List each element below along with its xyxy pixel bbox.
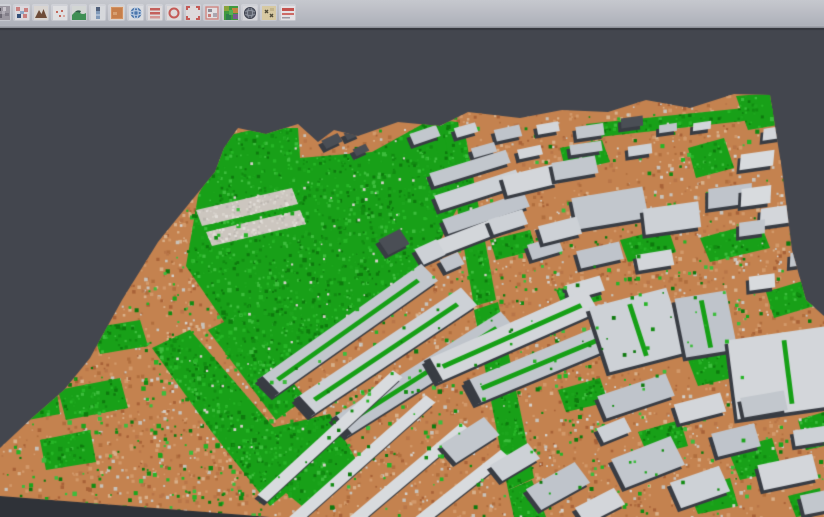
bounding-box-icon (186, 6, 200, 20)
toolbar-button-sparse-cloud[interactable] (51, 4, 68, 21)
report-icon (281, 6, 295, 20)
toolbar-button-scale-bar[interactable] (89, 4, 106, 21)
toolbar-button-bounding-box[interactable] (184, 4, 201, 21)
classification-icon (224, 6, 238, 20)
3d-viewport[interactable] (0, 28, 824, 517)
toolbar-button-tie-points[interactable] (13, 4, 30, 21)
toolbar-button-globe[interactable] (127, 4, 144, 21)
region-icon (167, 6, 181, 20)
toolbar-button-region[interactable] (165, 4, 182, 21)
contour-lines-icon (148, 6, 162, 20)
mesh-icon (243, 6, 257, 20)
toolbar (0, 0, 824, 25)
photo-overlay-icon (205, 6, 219, 20)
toolbar-button-contour-lines[interactable] (146, 4, 163, 21)
toolbar-button-classification[interactable] (222, 4, 239, 21)
toolbar-button-markers[interactable] (260, 4, 277, 21)
orthomosaic-icon (110, 6, 124, 20)
toolbar-button-report[interactable] (279, 4, 296, 21)
tie-points-icon (15, 6, 29, 20)
dense-cloud-icon (72, 6, 86, 20)
application-window (0, 0, 824, 517)
toolbar-button-orthomosaic[interactable] (108, 4, 125, 21)
globe-icon (129, 6, 143, 20)
toolbar-button-texture-view[interactable] (0, 4, 11, 21)
toolbar-button-dem[interactable] (32, 4, 49, 21)
toolbar-button-mesh[interactable] (241, 4, 258, 21)
texture-view-icon (0, 6, 10, 20)
scale-bar-icon (91, 6, 105, 20)
toolbar-button-photo-overlay[interactable] (203, 4, 220, 21)
dem-icon (34, 6, 48, 20)
markers-icon (262, 6, 276, 20)
toolbar-button-dense-cloud[interactable] (70, 4, 87, 21)
sparse-cloud-icon (53, 6, 67, 20)
